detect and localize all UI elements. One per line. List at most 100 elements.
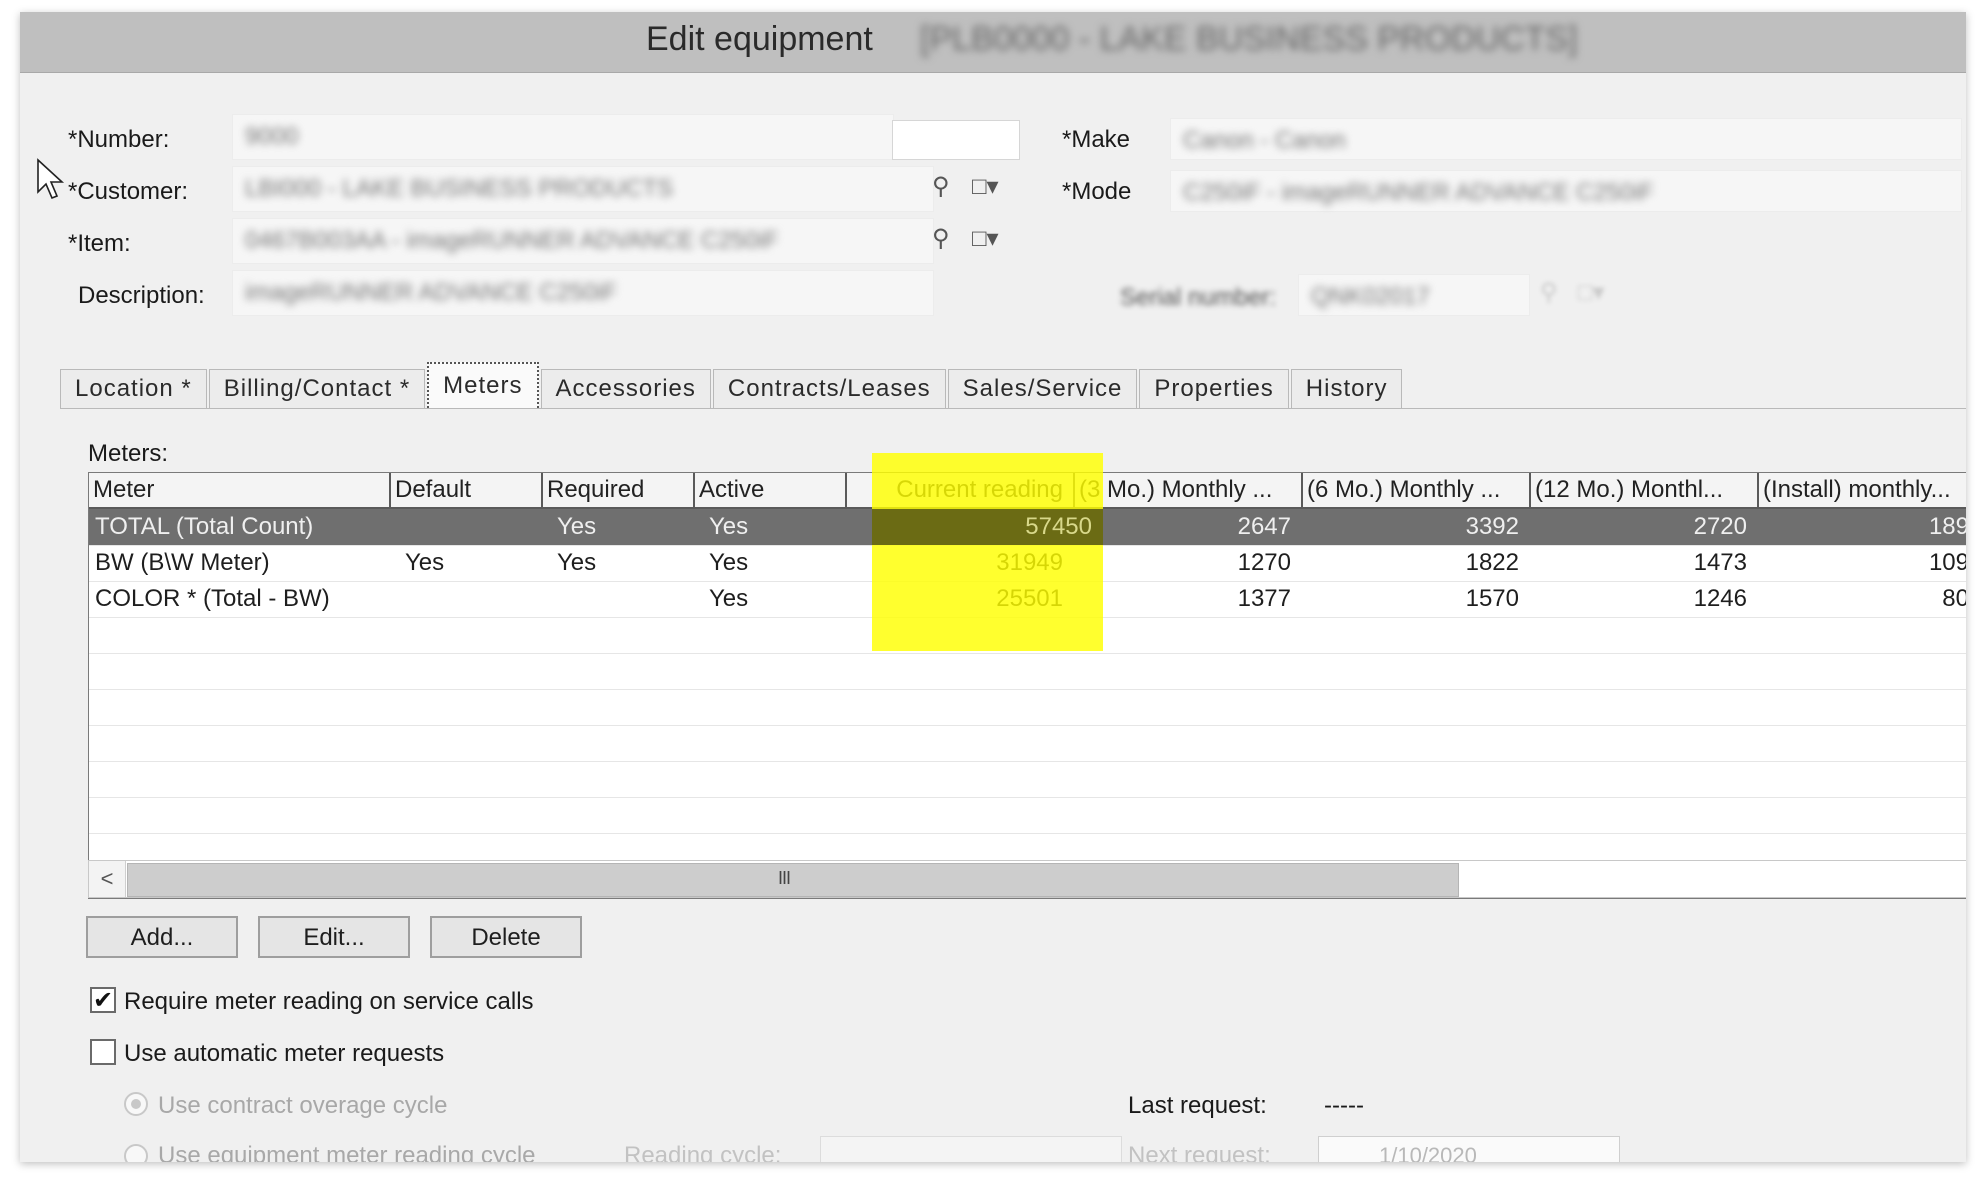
serial-value: QNK02017 <box>1311 283 1430 310</box>
cell-meter: BW (B\W Meter) <box>95 549 270 576</box>
cell-3mo-monthly: 1377 <box>1237 585 1291 612</box>
last-request-label: Last request: <box>1128 1092 1267 1119</box>
cell-current-reading: 25501 <box>996 585 1063 612</box>
cell-3mo-monthly: 2647 <box>1237 513 1291 540</box>
model-field[interactable]: C250iF - imageRUNNER ADVANCE C250iF <box>1170 170 1962 212</box>
contract-cycle-label: Use contract overage cycle <box>158 1092 448 1119</box>
magnifier-icon[interactable]: ⚲ <box>932 224 950 253</box>
description-field[interactable]: imageRUNNER ADVANCE C250iF <box>232 270 934 316</box>
item-label: *Item: <box>68 230 131 257</box>
magnifier-icon[interactable]: ⚲ <box>1540 278 1558 307</box>
cell-current-reading: 31949 <box>996 549 1063 576</box>
cell-required: Yes <box>557 513 597 540</box>
auto-requests-label: Use automatic meter requests <box>124 1040 445 1067</box>
cell-meter: COLOR * (Total - BW) <box>95 585 330 612</box>
clipboard-dropdown-icon[interactable]: □▾ <box>1578 278 1605 307</box>
column-header-12mo-monthly[interactable]: (12 Mo.) Monthl... <box>1531 473 1759 507</box>
cell-install-monthly: 80 <box>1942 585 1966 612</box>
magnifier-icon[interactable]: ⚲ <box>932 172 950 201</box>
selected-current-reading: 57450 <box>1025 513 1092 540</box>
require-reading-label: Require meter reading on service calls <box>124 988 534 1015</box>
tab-sales-service[interactable]: Sales/Service <box>947 369 1138 408</box>
grid-header: Meter Default Required Active Current re… <box>89 473 1966 509</box>
horizontal-scrollbar[interactable]: < III <box>88 860 1966 898</box>
column-header-required[interactable]: Required <box>543 473 695 507</box>
tab-billing-contact[interactable]: Billing/Contact * <box>208 369 426 408</box>
scroll-left-arrow-icon[interactable]: < <box>89 861 126 897</box>
mouse-cursor-icon <box>37 158 65 200</box>
number-field-tail[interactable] <box>892 120 1020 160</box>
cell-12mo-monthly: 1473 <box>1693 549 1747 576</box>
equipment-cycle-label: Use equipment meter reading cycle <box>158 1142 536 1162</box>
scroll-thumb[interactable]: III <box>127 863 1459 897</box>
description-value: imageRUNNER ADVANCE C250iF <box>245 279 617 306</box>
next-request-field[interactable]: 1/10/2020 <box>1318 1136 1620 1162</box>
cell-install-monthly: 109 <box>1928 549 1966 576</box>
cell-default <box>391 581 543 617</box>
serial-label: Serial number: <box>1120 284 1277 311</box>
table-row[interactable]: COLOR * (Total - BW) Yes 25501 1377 1570… <box>89 581 1966 618</box>
make-label: *Make <box>1062 126 1131 153</box>
cell-meter: TOTAL (Total Count) <box>95 513 314 540</box>
equipment-cycle-radio[interactable] <box>124 1144 148 1162</box>
cell-active: Yes <box>709 513 749 540</box>
cell-6mo-monthly: 1570 <box>1465 585 1519 612</box>
next-request-label: Next request: <box>1128 1142 1271 1162</box>
tab-divider <box>60 408 1966 409</box>
delete-button[interactable]: Delete <box>430 916 582 958</box>
cell-3mo-monthly: 1270 <box>1237 549 1291 576</box>
contract-cycle-radio[interactable] <box>124 1092 148 1116</box>
make-field[interactable]: Canon - Canon <box>1170 118 1962 160</box>
auto-requests-checkbox[interactable] <box>90 1039 116 1065</box>
column-header-current-reading[interactable]: Current reading <box>847 473 1075 507</box>
number-value: 9000 <box>245 123 299 150</box>
empty-row <box>89 653 1966 690</box>
last-request-value: ----- <box>1324 1092 1364 1119</box>
cell-12mo-monthly: 2720 <box>1693 513 1747 540</box>
cell-12mo-monthly: 1246 <box>1693 585 1747 612</box>
tab-history[interactable]: History <box>1290 369 1403 408</box>
scroll-grip-icon: III <box>778 868 791 888</box>
tab-properties[interactable]: Properties <box>1139 369 1289 408</box>
add-button[interactable]: Add... <box>86 916 238 958</box>
item-value: 0467B003AA - imageRUNNER ADVANCE C250iF <box>245 227 779 254</box>
clipboard-dropdown-icon[interactable]: □▾ <box>972 224 999 253</box>
empty-row <box>89 797 1966 834</box>
customer-label: *Customer: <box>68 178 189 205</box>
cell-default <box>391 509 543 545</box>
column-header-install-monthly[interactable]: (Install) monthly... <box>1759 473 1966 507</box>
column-header-meter[interactable]: Meter <box>89 473 391 507</box>
cell-active: Yes <box>709 549 749 576</box>
column-header-active[interactable]: Active <box>695 473 847 507</box>
column-header-default[interactable]: Default <box>391 473 543 507</box>
empty-row <box>89 689 1966 726</box>
edit-button[interactable]: Edit... <box>258 916 410 958</box>
clipboard-dropdown-icon[interactable]: □▾ <box>972 172 999 201</box>
cell-install-monthly: 189 <box>1928 513 1966 540</box>
cell-default: Yes <box>405 549 445 576</box>
require-reading-checkbox[interactable]: ✔ <box>90 987 116 1013</box>
tab-strip: Location * Billing/Contact * Meters Acce… <box>60 362 1404 408</box>
empty-row <box>89 725 1966 762</box>
make-value: Canon - Canon <box>1183 127 1346 154</box>
dialog-title-suffix: [PLB0000 - LAKE BUSINESS PRODUCTS] <box>920 20 1578 58</box>
model-label: *Mode <box>1062 178 1132 205</box>
item-field[interactable]: 0467B003AA - imageRUNNER ADVANCE C250iF <box>232 218 934 264</box>
empty-row <box>89 761 1966 798</box>
tab-contracts-leases[interactable]: Contracts/Leases <box>712 369 946 408</box>
column-header-3mo-monthly[interactable]: (3 Mo.) Monthly ... <box>1075 473 1303 507</box>
reading-cycle-field[interactable] <box>820 1136 1122 1162</box>
table-row[interactable]: BW (B\W Meter) Yes Yes Yes 31949 1270 18… <box>89 545 1966 582</box>
column-header-6mo-monthly[interactable]: (6 Mo.) Monthly ... <box>1303 473 1531 507</box>
cell-6mo-monthly: 1822 <box>1465 549 1519 576</box>
model-value: C250iF - imageRUNNER ADVANCE C250iF <box>1183 179 1654 206</box>
number-field[interactable]: 9000 <box>232 114 894 160</box>
reading-cycle-label: Reading cycle: <box>624 1142 782 1162</box>
tab-location[interactable]: Location * <box>60 369 207 408</box>
serial-field[interactable]: QNK02017 <box>1298 274 1530 316</box>
title-bar: Edit equipment [PLB0000 - LAKE BUSINESS … <box>20 12 1966 73</box>
tab-meters[interactable]: Meters <box>427 362 539 408</box>
customer-field[interactable]: LBI000 - LAKE BUSINESS PRODUCTS <box>232 166 934 212</box>
dialog-title: Edit equipment <box>646 20 873 58</box>
tab-accessories[interactable]: Accessories <box>540 369 711 408</box>
